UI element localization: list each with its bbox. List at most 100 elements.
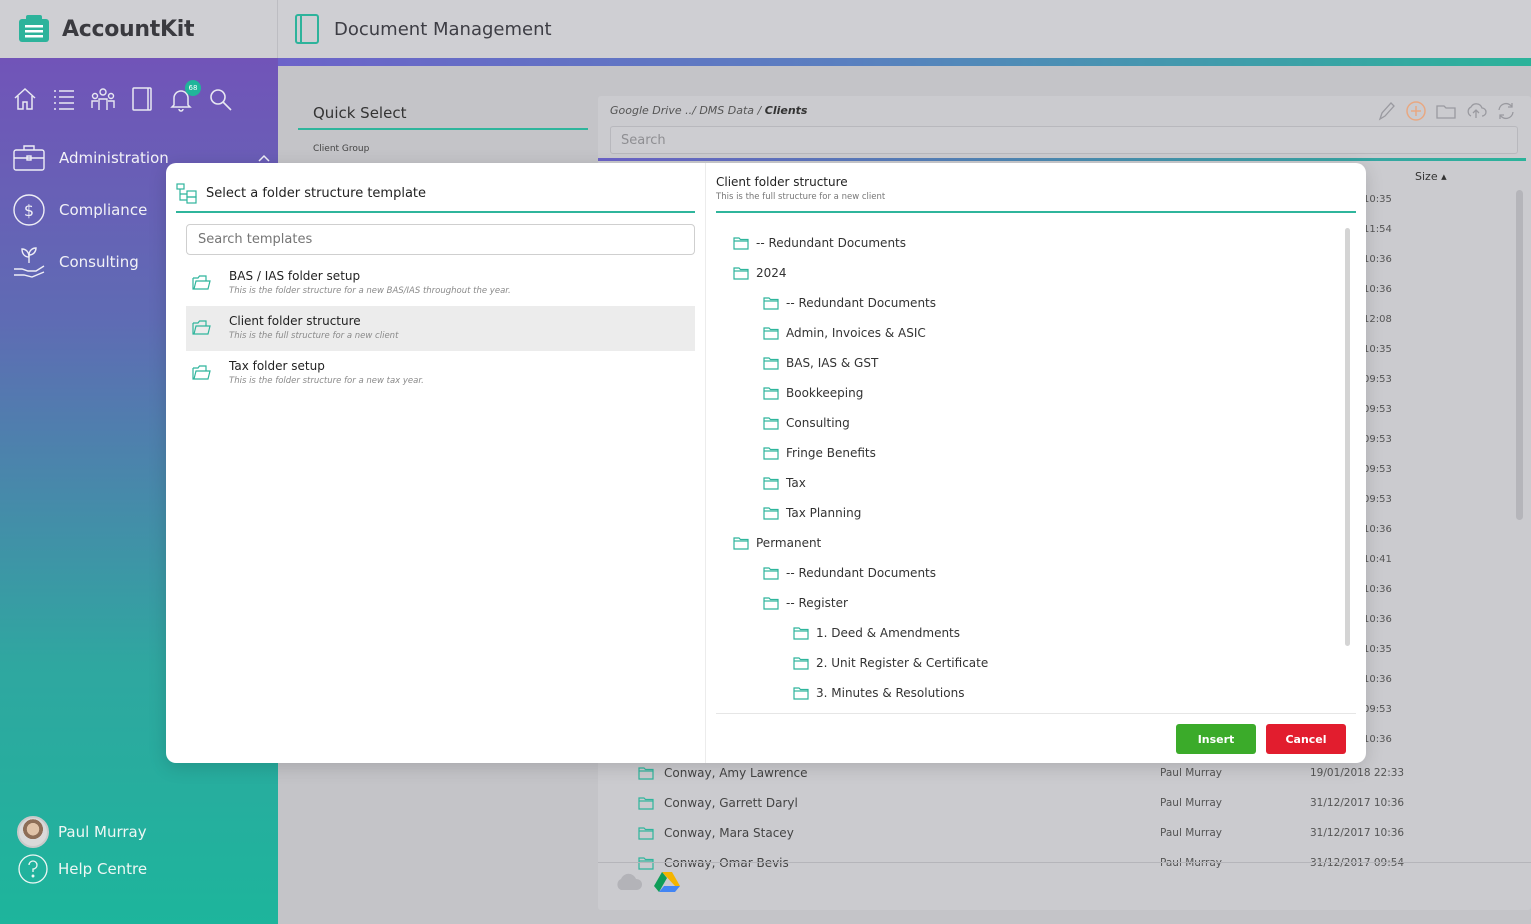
modified-time-column: 10:35 11:54 10:36 10:36 12:08 10:35 09:53 09:53… <box>1363 194 1423 764</box>
notification-count-badge: 68 <box>185 80 201 96</box>
template-item[interactable]: BAS / IAS folder setup This is the folder… <box>186 261 695 306</box>
file-name: Conway, Amy Lawrence <box>664 766 808 780</box>
upload-icon[interactable] <box>1465 100 1487 122</box>
avatar <box>17 815 49 848</box>
folder-label: -- Redundant Documents <box>786 296 936 310</box>
modified-time-cell: 12:08 <box>1363 314 1392 325</box>
dms-scrollbar[interactable] <box>1516 190 1523 520</box>
template-list: BAS / IAS folder setup This is the folder… <box>186 261 695 396</box>
template-item[interactable]: Client folder structure This is the full … <box>186 306 695 351</box>
modified-time-cell: 10:35 <box>1363 644 1392 655</box>
folder-tree-node[interactable]: Admin, Invoices & ASIC <box>716 318 1336 348</box>
home-icon[interactable] <box>12 86 38 112</box>
user-name: Paul Murray <box>58 822 147 841</box>
folder-tree-node[interactable]: -- Redundant Documents <box>716 558 1336 588</box>
cancel-button[interactable]: Cancel <box>1266 724 1346 754</box>
folder-tree-node[interactable]: Consulting <box>716 408 1336 438</box>
list-icon[interactable] <box>51 86 77 112</box>
template-selector-header: Select a folder structure template <box>176 175 695 213</box>
edit-icon[interactable] <box>1375 100 1397 122</box>
folder-tree-node[interactable]: -- Redundant Documents <box>716 228 1336 258</box>
open-folder-icon <box>192 365 211 380</box>
quick-select-panel: Quick Select Client Group <box>298 94 588 154</box>
folder-tree-node[interactable]: 3. Minutes & Resolutions <box>716 678 1336 708</box>
folder-label: Tax Planning <box>786 506 862 520</box>
dms-toolbar <box>1367 100 1517 122</box>
modified-time-cell: 10:36 <box>1363 614 1392 625</box>
folder-label: -- Register <box>786 596 848 610</box>
size-column-header[interactable]: Size ▴ <box>1415 170 1447 183</box>
breadcrumb-root[interactable]: Google Drive <box>610 104 682 117</box>
folder-label: 2024 <box>756 266 787 280</box>
folder-tree: -- Redundant Documents 2024 -- Redundant D… <box>716 228 1336 709</box>
add-icon[interactable] <box>1405 100 1427 122</box>
modified-time-cell: 09:53 <box>1363 464 1392 475</box>
accountkit-logo-icon <box>19 15 49 42</box>
header-accent-bar <box>278 58 1531 66</box>
people-icon[interactable] <box>90 86 116 112</box>
folder-icon <box>763 447 779 460</box>
folder-icon <box>638 767 654 780</box>
modified-time-cell: 10:35 <box>1363 344 1392 355</box>
search-icon[interactable] <box>207 86 233 112</box>
app-name: AccountKit <box>62 16 195 42</box>
template-preview-subtitle: This is the full structure for a new cli… <box>716 192 886 202</box>
modified-time-cell: 10:36 <box>1363 524 1392 535</box>
open-folder-icon <box>192 320 211 335</box>
modified-time-cell: 10:36 <box>1363 674 1392 685</box>
template-preview: Client folder structure This is the full… <box>706 163 1366 763</box>
brand[interactable]: AccountKit <box>0 0 278 58</box>
folder-tree-node[interactable]: Tax Planning <box>716 498 1336 528</box>
folder-tree-node[interactable]: Permanent <box>716 528 1336 558</box>
storage-providers <box>614 870 690 894</box>
file-owner: Paul Murray <box>1160 767 1223 779</box>
folder-tree-node[interactable]: -- Redundant Documents <box>716 288 1336 318</box>
folder-label: 1. Deed & Amendments <box>816 626 961 640</box>
template-search-input[interactable] <box>186 224 695 255</box>
modified-time-cell: 09:53 <box>1363 494 1392 505</box>
modified-time-cell: 09:53 <box>1363 404 1392 415</box>
file-date: 19/01/2018 22:33 <box>1310 767 1405 779</box>
help-centre-label: Help Centre <box>58 859 148 878</box>
help-centre-link[interactable]: Help Centre <box>0 850 278 887</box>
table-row[interactable]: Conway, Garrett Daryl Paul Murray 31/12/20… <box>610 788 1520 818</box>
template-name: Tax folder setup <box>229 359 325 373</box>
dollar-icon: $ <box>13 194 45 226</box>
folder-tree-node[interactable]: Fringe Benefits <box>716 438 1336 468</box>
folder-tree-node[interactable]: BAS, IAS & GST <box>716 348 1336 378</box>
folder-icon <box>763 417 779 430</box>
template-name: Client folder structure <box>229 314 361 328</box>
dms-search-input[interactable]: Search <box>610 126 1518 154</box>
folder-tree-node[interactable]: 1. Deed & Amendments <box>716 618 1336 648</box>
folder-tree-node[interactable]: Tax <box>716 468 1336 498</box>
folder-icon[interactable] <box>1435 100 1457 122</box>
notifications-icon[interactable]: 68 <box>168 80 201 112</box>
folder-icon <box>793 627 809 640</box>
book-icon[interactable] <box>129 86 155 112</box>
sidebar-toolbar: 68 <box>0 58 278 122</box>
cloud-icon[interactable] <box>614 870 644 894</box>
folder-icon <box>763 597 779 610</box>
folder-icon <box>763 357 779 370</box>
insert-button[interactable]: Insert <box>1176 724 1256 754</box>
folder-icon <box>793 657 809 670</box>
folder-icon <box>733 267 749 280</box>
folder-tree-node[interactable]: 2. Unit Register & Certificate <box>716 648 1336 678</box>
folder-label: 3. Minutes & Resolutions <box>816 686 965 700</box>
folder-icon <box>763 297 779 310</box>
template-preview-header: Client folder structure This is the full… <box>716 175 1356 213</box>
breadcrumb-mid[interactable]: DMS Data <box>699 104 754 117</box>
table-row[interactable]: Conway, Mara Stacey Paul Murray 31/12/2017… <box>610 818 1520 848</box>
user-profile[interactable]: Paul Murray <box>0 813 278 850</box>
folder-tree-scrollbar[interactable] <box>1345 228 1350 646</box>
folder-tree-node[interactable]: -- Register <box>716 588 1336 618</box>
template-description: This is the full structure for a new cli… <box>229 331 399 341</box>
folder-label: Fringe Benefits <box>786 446 876 460</box>
google-drive-icon[interactable] <box>652 870 682 894</box>
folder-tree-node[interactable]: Bookkeeping <box>716 378 1336 408</box>
folder-icon <box>793 687 809 700</box>
template-item[interactable]: Tax folder setup This is the folder struc… <box>186 351 695 396</box>
table-row[interactable]: Conway, Omar Bevis Paul Murray 31/12/2017 … <box>610 848 1520 878</box>
folder-tree-node[interactable]: 2024 <box>716 258 1336 288</box>
refresh-icon[interactable] <box>1495 100 1517 122</box>
